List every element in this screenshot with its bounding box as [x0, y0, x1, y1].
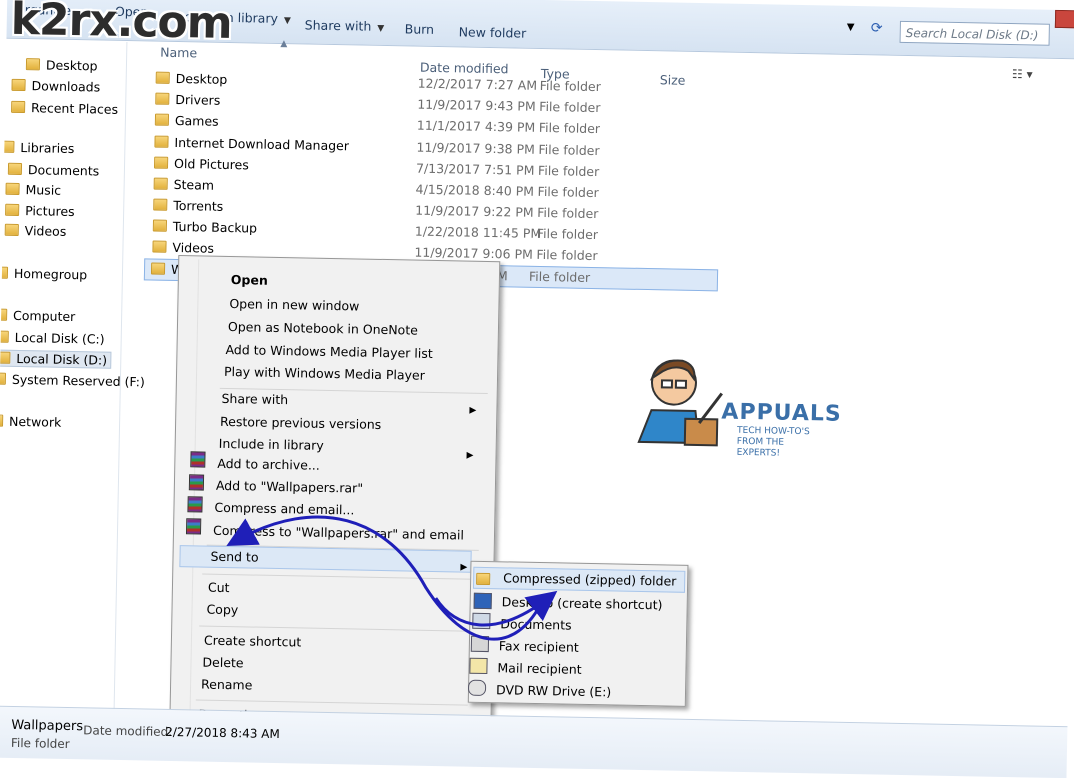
arrow-path: [226, 515, 546, 641]
status-type: File folder: [10, 735, 70, 752]
k2rx-watermark: k2rx.com: [10, 0, 233, 50]
explorer-window: Organize Open Include in library ▼ Share …: [0, 0, 1074, 778]
status-date: 2/27/2018 8:43 AM: [165, 724, 280, 742]
annotation-arrow: [226, 515, 558, 641]
status-name: Wallpapers: [11, 717, 84, 735]
status-date-label: Date modified:: [83, 723, 173, 740]
